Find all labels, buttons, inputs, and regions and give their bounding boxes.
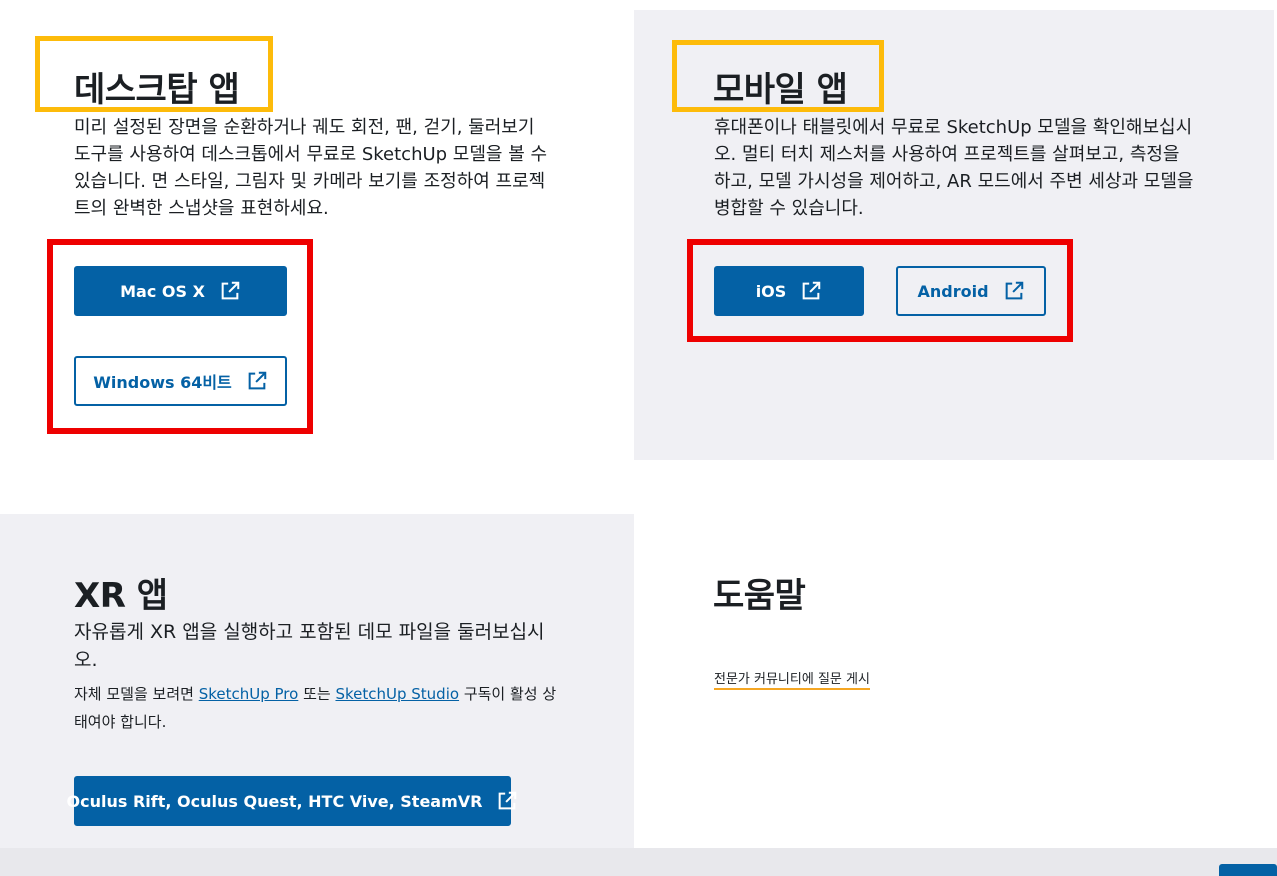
xr-headsets-label: Oculus Rift, Oculus Quest, HTC Vive, Ste… — [66, 791, 483, 811]
mobile-title-highlight — [672, 40, 884, 112]
xr-headsets-button[interactable]: Oculus Rift, Oculus Quest, HTC Vive, Ste… — [67, 776, 517, 826]
xr-note-prefix: 자체 모델을 보려면 — [74, 685, 199, 703]
xr-note-middle: 또는 — [298, 685, 336, 703]
bottom-bar — [0, 848, 1277, 876]
help-section: 도움말 전문가 커뮤니티에 질문 게시 — [634, 514, 1277, 844]
external-link-icon — [496, 790, 518, 812]
corner-button[interactable] — [1219, 864, 1277, 876]
xr-app-description: 자유롭게 XR 앱을 실행하고 포함된 데모 파일을 둘러보십시오. — [74, 621, 545, 671]
xr-app-title: XR 앱 — [74, 576, 168, 616]
mobile-app-description: 휴대폰이나 태블릿에서 무료로 SketchUp 모델을 확인해보십시오. 멀티… — [714, 117, 1194, 219]
desktop-app-description: 미리 설정된 장면을 순환하거나 궤도 회전, 팬, 걷기, 둘러보기 도구를 … — [74, 117, 548, 219]
sketchup-studio-link[interactable]: SketchUp Studio — [335, 685, 459, 703]
community-question-link[interactable]: 전문가 커뮤니티에 질문 게시 — [714, 668, 870, 690]
xr-app-section: XR 앱 자유롭게 XR 앱을 실행하고 포함된 데모 파일을 둘러보십시오. … — [0, 514, 634, 854]
sketchup-pro-link[interactable]: SketchUp Pro — [199, 685, 299, 703]
mobile-buttons-highlight — [687, 239, 1073, 342]
page: 데스크탑 앱 미리 설정된 장면을 순환하거나 궤도 회전, 팬, 걷기, 둘러… — [0, 0, 1277, 876]
help-title: 도움말 — [713, 576, 806, 616]
desktop-buttons-highlight — [47, 239, 313, 434]
desktop-title-highlight — [35, 36, 273, 112]
xr-app-note: 자체 모델을 보려면 SketchUp Pro 또는 SketchUp Stud… — [74, 680, 560, 736]
